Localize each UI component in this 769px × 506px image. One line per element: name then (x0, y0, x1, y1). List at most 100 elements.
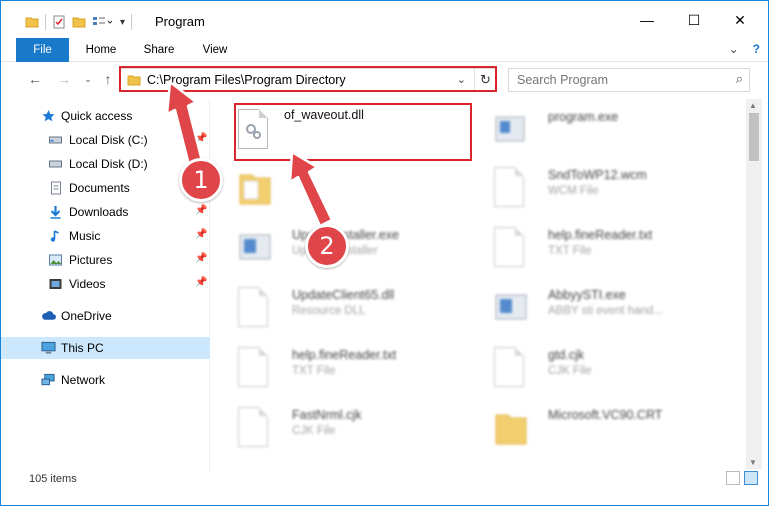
pin-icon: 📌 (195, 253, 208, 264)
folder-icon[interactable] (25, 15, 39, 29)
sidebar-item-quick-access[interactable]: Quick access (1, 105, 210, 127)
step-badge-1: 1 (179, 158, 223, 202)
maximize-button[interactable]: ☐ (680, 9, 708, 31)
sidebar-item-label: Videos (69, 277, 106, 291)
folder-icon (239, 174, 271, 205)
minimize-button[interactable]: — (633, 9, 661, 31)
vertical-scrollbar[interactable]: ▲ ▼ (746, 99, 762, 469)
file-item[interactable]: UpdateClient65.dll Resource DLL (238, 283, 478, 335)
sidebar-item-onedrive[interactable]: OneDrive (1, 305, 210, 327)
search-icon[interactable]: ⌕ (736, 71, 743, 87)
ribbon: File Home Share View ⌄ ? (1, 38, 768, 62)
file-name: help.fineReader.txt (292, 348, 397, 362)
download-icon (50, 206, 61, 219)
computer-icon (41, 341, 56, 354)
file-name: help.fineReader.txt (548, 228, 653, 242)
forward-arrow-icon[interactable]: → (56, 71, 72, 87)
file-item[interactable]: gtd.cjk CJK File (494, 343, 734, 395)
toolbar-divider (131, 14, 133, 30)
exe-icon (495, 116, 525, 142)
file-item[interactable]: Microsoft.VC90.CRT (494, 403, 734, 455)
new-folder-icon[interactable] (72, 15, 86, 29)
cloud-icon (42, 311, 56, 320)
file-item[interactable]: program.exe (494, 105, 734, 157)
close-button[interactable]: ✕ (726, 9, 754, 31)
file-type: CJK File (548, 365, 592, 377)
file-type: TXT File (292, 365, 336, 377)
address-highlight-box (119, 66, 497, 92)
file-icon (238, 347, 272, 389)
up-arrow-icon[interactable]: ↑ (100, 71, 116, 87)
file-icon (494, 227, 528, 269)
file-name: SndToWP12.wcm (548, 168, 647, 182)
file-type: Resource DLL (292, 305, 366, 317)
search-input[interactable] (517, 72, 717, 88)
properties-icon[interactable] (52, 15, 66, 29)
sidebar-item-music[interactable]: Music 📌 (1, 225, 210, 247)
star-icon (42, 110, 55, 122)
exe-icon (495, 294, 527, 320)
sidebar-item-network[interactable]: Network (1, 369, 210, 391)
sidebar-item-local-disk-d[interactable]: Local Disk (D:) (1, 153, 210, 175)
tab-home[interactable]: Home (77, 38, 125, 62)
file-item[interactable]: AbbyySTI.exe ABBY sti event hand... (494, 283, 734, 335)
file-item[interactable]: SndToWP12.wcm WCM File (494, 163, 734, 215)
sidebar-item-local-disk-c[interactable]: Local Disk (C:) 📌 (1, 129, 210, 151)
folder-icon (495, 414, 527, 445)
file-item[interactable]: UpdateInstaller.exe Updates installer (238, 223, 478, 275)
help-icon[interactable]: ? (753, 42, 760, 56)
sidebar-item-label: Documents (69, 181, 130, 195)
sidebar-item-this-pc[interactable]: This PC (1, 337, 210, 359)
search-box[interactable]: ⌕ (508, 68, 750, 92)
drive-icon (49, 136, 62, 144)
tab-view[interactable]: View (194, 38, 236, 62)
sidebar-item-label: Pictures (69, 253, 113, 267)
large-icons-view-icon[interactable] (744, 471, 758, 485)
sidebar-item-label: Music (69, 229, 101, 243)
videos-icon (49, 279, 62, 289)
file-icon (494, 167, 528, 209)
file-highlight-box (234, 103, 472, 161)
sidebar-item-label: Local Disk (C:) (69, 133, 148, 147)
file-item[interactable]: help.fineReader.txt TXT File (494, 223, 734, 275)
file-item[interactable] (238, 163, 478, 215)
drive-icon (49, 160, 62, 168)
sidebar-item-videos[interactable]: Videos 📌 (1, 273, 210, 295)
file-name: Microsoft.VC90.CRT (548, 408, 663, 422)
sidebar-item-label: Local Disk (D:) (69, 157, 148, 171)
customize-toolbar-icon[interactable] (92, 15, 114, 29)
file-type: WCM File (548, 185, 599, 197)
documents-icon (51, 181, 61, 195)
quick-access-toolbar: ▾ (25, 12, 133, 32)
tab-file[interactable]: File (16, 38, 69, 62)
view-toggle (726, 471, 758, 485)
scrollbar-thumb[interactable] (749, 113, 759, 161)
dll-icon (238, 287, 272, 329)
pin-icon: 📌 (195, 229, 208, 240)
item-count: 105 items (29, 473, 77, 485)
sidebar-item-pictures[interactable]: Pictures 📌 (1, 249, 210, 271)
sidebar-item-label: Network (61, 373, 106, 387)
music-icon (50, 230, 59, 242)
recent-locations-icon[interactable]: ⌄ (80, 71, 96, 87)
details-view-icon[interactable] (726, 471, 740, 485)
tab-share[interactable]: Share (136, 38, 182, 62)
scroll-down-icon[interactable]: ▼ (749, 458, 757, 467)
pin-icon: 📌 (195, 277, 208, 288)
file-item[interactable]: FastNrml.cjk CJK File (238, 403, 478, 455)
file-name: AbbyySTI.exe (548, 288, 626, 302)
expand-ribbon-icon[interactable]: ⌄ (729, 42, 739, 56)
back-arrow-icon[interactable]: ← (27, 71, 43, 87)
file-type: TXT File (548, 245, 592, 257)
file-icon (494, 347, 528, 389)
scroll-up-icon[interactable]: ▲ (749, 101, 757, 110)
sidebar-item-label: This PC (61, 341, 104, 355)
file-item[interactable]: help.fineReader.txt TXT File (238, 343, 478, 395)
toolbar-divider (45, 14, 46, 30)
qat-dropdown-icon[interactable]: ▾ (120, 17, 125, 28)
pin-icon: 📌 (195, 133, 208, 144)
file-icon (238, 407, 272, 449)
file-type: CJK File (292, 425, 336, 437)
file-name: gtd.cjk (548, 348, 585, 362)
sidebar-item-downloads[interactable]: Downloads 📌 (1, 201, 210, 223)
